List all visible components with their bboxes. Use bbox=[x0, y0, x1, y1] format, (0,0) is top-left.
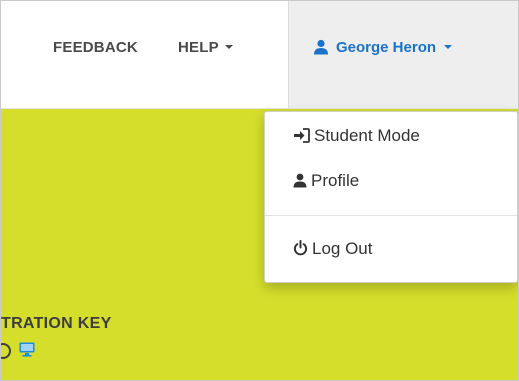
student-mode-label: Student Mode bbox=[314, 126, 420, 145]
profile-label: Profile bbox=[311, 171, 360, 190]
user-name: George Heron bbox=[336, 39, 437, 56]
menu-item-student-mode[interactable]: Student Mode bbox=[293, 126, 420, 148]
app-frame: FEEDBACK HELP George Heron TRATION KEY S… bbox=[0, 0, 519, 381]
user-icon bbox=[293, 173, 307, 193]
power-icon bbox=[293, 240, 308, 261]
sign-in-icon bbox=[293, 128, 310, 148]
user-icon bbox=[313, 39, 329, 59]
log-out-label: Log Out bbox=[312, 239, 373, 258]
user-menu: George Heron bbox=[288, 1, 518, 108]
chevron-down-icon bbox=[444, 45, 453, 50]
help-dropdown-toggle[interactable]: HELP bbox=[178, 39, 233, 56]
menu-item-profile[interactable]: Profile bbox=[293, 171, 359, 193]
help-label: HELP bbox=[178, 39, 219, 56]
menu-item-log-out[interactable]: Log Out bbox=[293, 239, 373, 261]
user-dropdown-toggle[interactable]: George Heron bbox=[313, 39, 453, 59]
feedback-link[interactable]: FEEDBACK bbox=[53, 39, 138, 56]
monitor-icon[interactable] bbox=[19, 342, 35, 362]
user-dropdown-menu: Student Mode Profile Log Out bbox=[264, 111, 518, 283]
menu-divider bbox=[265, 215, 517, 216]
registration-key-label: TRATION KEY bbox=[1, 315, 112, 332]
feedback-label: FEEDBACK bbox=[53, 39, 138, 56]
top-navbar: FEEDBACK HELP George Heron bbox=[1, 1, 518, 109]
chevron-down-icon bbox=[224, 45, 233, 50]
registration-key-info-icon bbox=[1, 343, 11, 359]
